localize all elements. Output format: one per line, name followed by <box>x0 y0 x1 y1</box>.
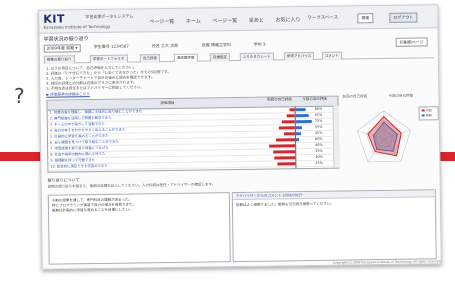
bar-prev <box>286 114 295 118</box>
row-label[interactable]: 5. 計画的に学習を進めることができた <box>50 134 109 140</box>
row-percent: 25% <box>315 160 323 165</box>
row-label[interactable]: 3. チームの中で協力して活動できた <box>50 122 105 128</box>
bar-current <box>295 126 303 130</box>
comment-line: 後期は計画的に学習を進めることを目標にしたい。 <box>51 207 133 213</box>
student-comment-box[interactable]: 今期の授業を通して、専門科目の理解が深まった。 特にプログラミング演習で自分の強… <box>47 192 231 265</box>
logo-subtitle: Kanazawa Institute of Technology <box>43 23 111 30</box>
row-percent: 35% <box>315 148 323 153</box>
row-label[interactable]: 6. 自ら課題を見つけて取り組むことができた <box>50 140 119 146</box>
comments-note: 前期の振り返りを踏まえ、後期の目標を記入してください。入力内容は担任・アドバイザ… <box>47 182 216 189</box>
header-prev: 前回の自己評価 <box>267 97 292 102</box>
question-mark: ? <box>14 84 25 108</box>
row-percent: 65% <box>314 112 323 117</box>
criteria-link[interactable]: ▶ 評価基準の詳細はこちら <box>46 92 90 98</box>
term-select[interactable]: 2009年度 前期 ▾ <box>43 44 81 53</box>
advisor-comment-header: アドバイザーからのコメント 2009/09/25 <box>232 190 435 201</box>
bar-current <box>296 138 300 142</box>
bar-current <box>295 132 301 136</box>
row-percent: 40% <box>315 142 323 147</box>
bar-prev <box>275 138 296 142</box>
bar-prev <box>269 144 296 148</box>
bar-current <box>295 119 312 124</box>
header-cur: 今回の自己評価 <box>302 96 327 102</box>
evaluation-table: 評価項目 前回の自己評価 今回の自己評価 1. 授業内容を理解し、課題に主体的に… <box>46 95 340 173</box>
workspace-label[interactable]: ワークスペース <box>307 15 338 21</box>
bar-prev <box>281 120 295 124</box>
student-name: 氏名 工大 太郎 <box>151 42 179 49</box>
tab-1[interactable]: 授業の振り返り <box>43 55 75 64</box>
radar-title-left: 前回の自己評価 <box>342 94 367 99</box>
row-label[interactable]: 8. 社会や技術の動向に関心を持てた <box>50 152 105 158</box>
print-button[interactable]: 印刷用ページ <box>395 37 428 47</box>
nav-item[interactable]: 足あと <box>249 18 264 24</box>
tab-7[interactable]: 修学アドバイス <box>283 51 315 61</box>
bar-prev <box>283 132 295 136</box>
student-grade: 学年 3 <box>253 41 266 47</box>
student-dept: 所属 情報工学科 <box>201 42 232 48</box>
nav-item[interactable]: ページー覧 <box>212 18 237 24</box>
app-header: KIT Kanazawa Institute of Technology 学習支… <box>39 5 438 34</box>
system-name: 学習支援ポータルシステム <box>85 13 134 20</box>
row-percent: 75% <box>314 118 323 123</box>
comments-title: 振り返りについて <box>47 177 80 183</box>
row-label[interactable]: 10. 総合的に満足できる学習ができた <box>50 164 107 170</box>
row-percent: 55% <box>314 124 323 129</box>
tab-3[interactable]: 自己評価 <box>139 54 160 63</box>
row-percent: 45% <box>314 130 323 135</box>
top-nav: ページー覧 ホーム ページー覧 足あと お気に入り <box>149 16 310 25</box>
row-label[interactable]: 7. 学習成果を振り返り改善につなげた <box>50 146 109 152</box>
table-scrollbar[interactable] <box>332 105 340 168</box>
row-label[interactable]: 2. 専門知識を活用して問題を解決できた <box>50 116 112 122</box>
row-label[interactable]: 9. 倫理観を持って行動できた <box>50 158 95 164</box>
advisor-comment-line: 前期はよく頑張りました。後期も引き続き頑張ってください。 <box>235 201 334 208</box>
tab-5[interactable]: 目標設定 <box>209 53 230 62</box>
advisor-comment-box[interactable]: アドバイザーからのコメント 2009/09/25 前期はよく頑張りました。後期も… <box>231 189 437 263</box>
browser-window: KIT Kanazawa Institute of Technology 学習支… <box>38 4 442 270</box>
nav-item[interactable]: お気に入り <box>275 17 300 23</box>
nav-item[interactable]: ホーム <box>186 19 201 25</box>
logout-button[interactable]: ログアウト <box>389 12 418 23</box>
page-title: 学習状況の振り返り <box>43 36 89 43</box>
radar-title-right: 今回の自己評価 <box>388 93 413 98</box>
row-percent: 30% <box>315 154 323 159</box>
bar-current <box>295 108 306 112</box>
tab-4[interactable]: 達成度評価 <box>173 53 198 62</box>
footer-copyright: Copyright(C) 2009 Kanazawa Institute of … <box>332 259 442 265</box>
row-percent: 80% <box>314 106 323 111</box>
row-label[interactable]: 4. 自分の考えをわかりやすく伝えることができた <box>50 128 125 134</box>
tab-6[interactable]: ふりかえりシート <box>239 52 274 61</box>
row-percent: 60% <box>315 136 323 141</box>
student-id: 学生番号 1234567 <box>93 43 129 50</box>
radar-chart: 前回の自己評価 今回の自己評価 <box>340 91 435 176</box>
radar-legend: 今回 前回 <box>418 106 439 121</box>
radar-svg <box>356 110 411 163</box>
bar-prev <box>274 156 296 160</box>
bar-prev <box>277 162 296 166</box>
search-button[interactable]: 検索 <box>357 13 374 24</box>
bar-prev <box>278 126 295 130</box>
nav-item[interactable]: ページー覧 <box>149 19 174 25</box>
description-line: 5. 不明な点は担任またはアドバイザーに相談してください。 <box>46 85 145 91</box>
bar-prev <box>272 150 296 154</box>
legend-current: 今回 <box>421 108 432 112</box>
tab-bar: 授業の振り返り 学習ポートフォリオ 自己評価 達成度評価 目標設定 ふりかえりシ… <box>43 50 434 64</box>
header-item: 評価項目 <box>160 100 175 106</box>
radar-series-current <box>367 115 402 157</box>
tab-8[interactable]: コメント <box>321 51 342 60</box>
bar-current <box>295 114 309 118</box>
advisor-comment-title: アドバイザーからのコメント 2009/09/25 <box>235 193 303 199</box>
legend-previous: 前回 <box>421 113 432 117</box>
tab-2[interactable]: 学習ポートフォリオ <box>89 54 128 64</box>
red-accent-line-left <box>0 152 44 161</box>
